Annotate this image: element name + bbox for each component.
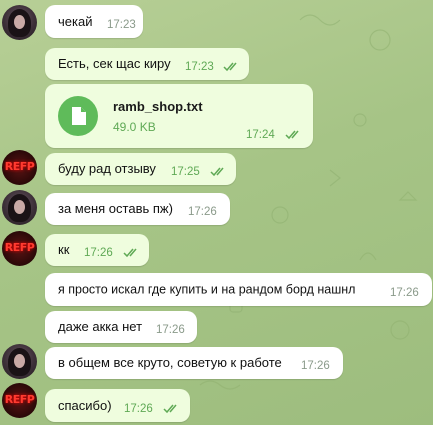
message-time: 17:26 [124,403,153,415]
message-text: даже акка нет [58,318,143,334]
message-text: за меня оставь пж) [58,200,173,216]
message-time: 17:26 [301,360,330,372]
file-icon[interactable] [58,96,98,136]
message-bubble[interactable]: кк 17:26 [45,234,149,266]
message-text: кк [58,241,70,257]
message-time: 17:23 [107,19,136,31]
message-bubble[interactable]: буду рад отзыву 17:25 [45,153,236,185]
message-time: 17:26 [390,287,419,299]
avatar-face [14,15,25,29]
message-text: чекай [58,13,93,29]
message-text: спасибо) [58,397,112,413]
avatar-logo: REFP [4,241,35,254]
message-text: буду рад отзыву [58,160,156,176]
message-text: я просто искал где купить и на рандом бо… [58,281,356,296]
document-icon [72,107,86,125]
avatar-face [14,200,25,214]
avatar[interactable]: REFP [2,383,37,418]
message-text: в общем все круто, советую к работе [58,354,282,370]
message-time: 17:26 [84,247,113,259]
message-time: 17:26 [156,324,185,336]
read-checks-icon [285,130,299,140]
avatar[interactable] [2,190,37,225]
read-checks-icon [223,62,237,72]
avatar[interactable]: REFP [2,231,37,266]
message-bubble[interactable]: чекай 17:23 [45,5,143,38]
message-bubble[interactable]: Есть, сек щас киру 17:23 [45,48,249,80]
message-bubble[interactable]: за меня оставь пж) 17:26 [45,193,230,225]
avatar[interactable]: REFP [2,150,37,185]
message-time: 17:26 [188,206,217,218]
file-message[interactable]: ramb_shop.txt 49.0 KB 17:24 [45,84,313,148]
read-checks-icon [163,404,177,414]
message-time: 17:25 [171,166,200,178]
read-checks-icon [123,248,137,258]
message-bubble[interactable]: в общем все круто, советую к работе 17:2… [45,347,343,379]
avatar-logo: REFP [4,160,35,173]
message-text: Есть, сек щас киру [58,55,171,71]
message-time: 17:24 [246,129,275,141]
avatar-face [14,354,25,368]
message-time: 17:23 [185,61,214,73]
message-bubble[interactable]: даже акка нет 17:26 [45,311,197,343]
message-bubble[interactable]: я просто искал где купить и на рандом бо… [45,273,432,306]
read-checks-icon [210,167,224,177]
avatar[interactable] [2,344,37,379]
file-size: 49.0 KB [113,120,156,134]
avatar-logo: REFP [4,393,35,406]
file-name[interactable]: ramb_shop.txt [113,99,203,114]
avatar[interactable] [2,5,37,40]
message-bubble[interactable]: спасибо) 17:26 [45,389,190,422]
